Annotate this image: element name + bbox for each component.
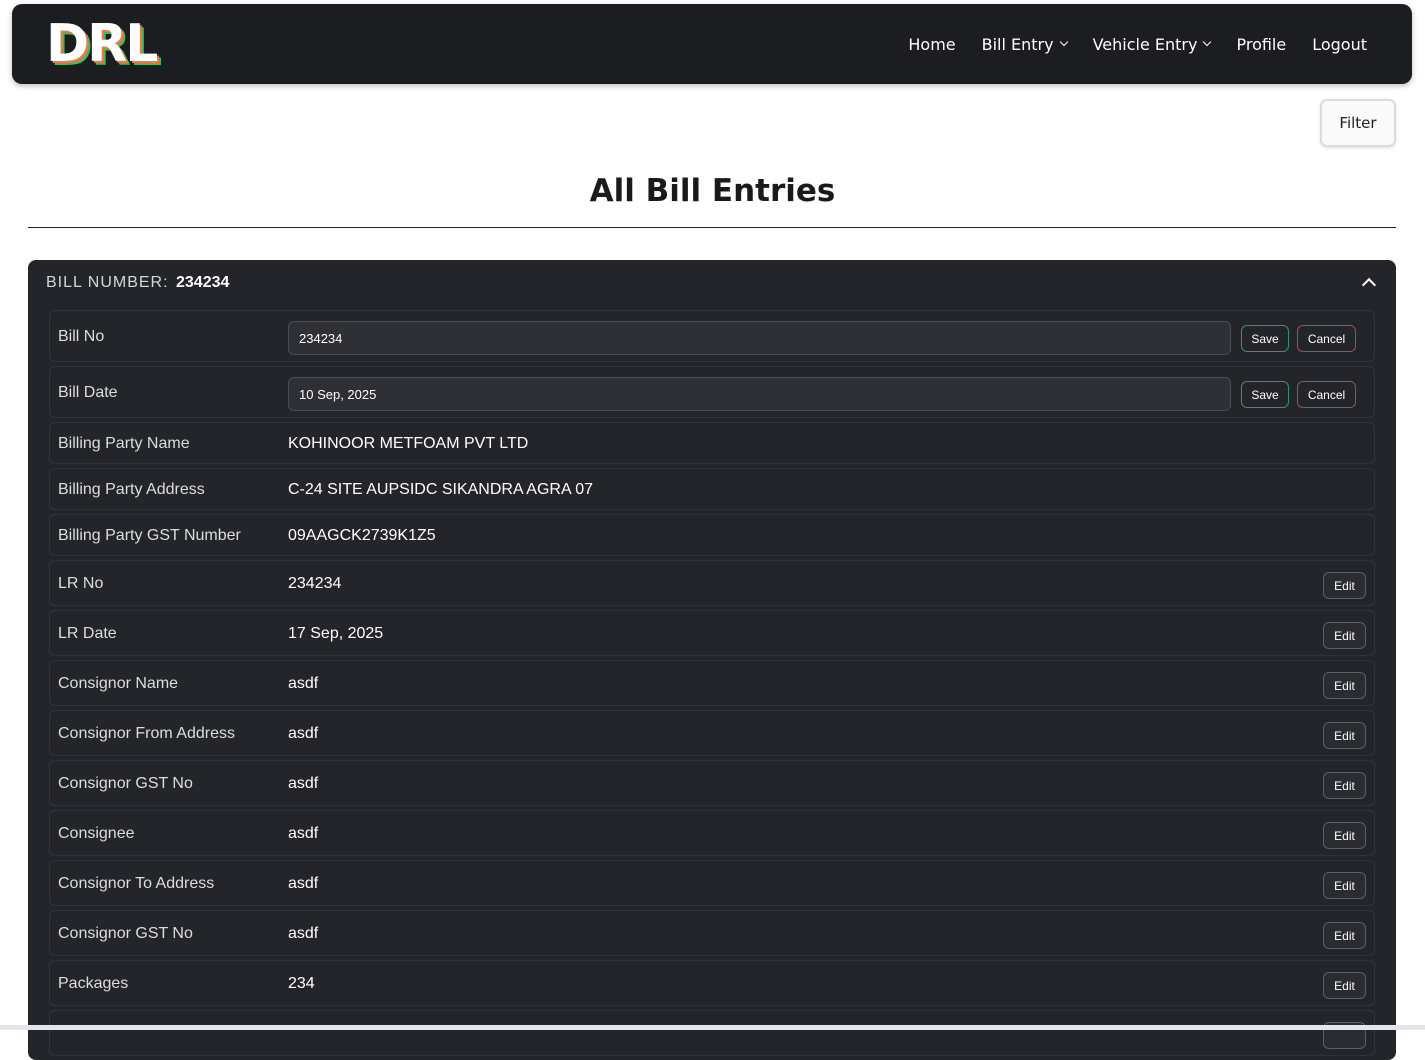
edit-button[interactable]: Edit bbox=[1323, 922, 1366, 949]
cancel-button[interactable]: Cancel bbox=[1297, 325, 1356, 352]
edit-button[interactable]: Edit bbox=[1323, 572, 1366, 599]
field-label: Consignor From Address bbox=[58, 725, 235, 742]
chevron-up-icon[interactable] bbox=[1361, 277, 1377, 293]
bill-no-input[interactable] bbox=[288, 321, 1231, 355]
page-title: All Bill Entries bbox=[589, 173, 836, 209]
edit-button[interactable]: Edit bbox=[1323, 872, 1366, 899]
field-row-billing-party-gst: Billing Party GST Number 09AAGCK2739K1Z5 bbox=[49, 514, 1375, 556]
edit-button[interactable]: Edit bbox=[1323, 722, 1366, 749]
field-label: Billing Party GST Number bbox=[58, 527, 241, 544]
field-value: asdf bbox=[288, 875, 319, 892]
field-row-consignor-name: Consignor Name asdf Edit bbox=[49, 660, 1375, 706]
field-value: asdf bbox=[288, 775, 319, 792]
field-row-lr-no: LR No 234234 Edit bbox=[49, 560, 1375, 606]
field-row-packages: Packages 234 Edit bbox=[49, 960, 1375, 1006]
nav-vehicle-entry-dropdown[interactable]: Vehicle Entry bbox=[1092, 34, 1212, 54]
nav-links: Home Bill Entry Vehicle Entry Profile Lo… bbox=[908, 4, 1367, 84]
field-label: Consignee bbox=[58, 825, 135, 842]
nav-home-link[interactable]: Home bbox=[908, 35, 955, 54]
field-value: asdf bbox=[288, 925, 319, 942]
field-value: 234 bbox=[288, 975, 315, 992]
field-value: asdf bbox=[288, 725, 319, 742]
edit-button[interactable]: Edit bbox=[1323, 622, 1366, 649]
field-row-billing-party-name: Billing Party Name KOHINOOR METFOAM PVT … bbox=[49, 422, 1375, 464]
bill-number-value: 234234 bbox=[176, 274, 230, 291]
bill-card-header[interactable]: BILL NUMBER: 234234 bbox=[28, 260, 1396, 308]
field-label: Billing Party Name bbox=[58, 435, 190, 452]
edit-button[interactable]: Edit bbox=[1323, 822, 1366, 849]
field-row-bill-date: Bill Date Save Cancel bbox=[49, 366, 1375, 418]
field-label: Bill Date bbox=[58, 384, 118, 401]
field-label: Consignor To Address bbox=[58, 875, 215, 892]
logo[interactable]: DRL bbox=[46, 14, 158, 74]
bill-number-label: BILL NUMBER: bbox=[46, 274, 169, 291]
divider bbox=[28, 227, 1396, 228]
field-label: LR No bbox=[58, 575, 104, 592]
field-row-partial bbox=[49, 1010, 1375, 1056]
chevron-down-icon bbox=[1059, 37, 1068, 47]
cancel-button[interactable]: Cancel bbox=[1297, 381, 1356, 408]
field-row-billing-party-address: Billing Party Address C-24 SITE AUPSIDC … bbox=[49, 468, 1375, 510]
field-value: asdf bbox=[288, 675, 319, 692]
save-button[interactable]: Save bbox=[1241, 381, 1289, 408]
nav-logout-link[interactable]: Logout bbox=[1312, 35, 1367, 54]
field-row-bill-no: Bill No Save Cancel bbox=[49, 310, 1375, 362]
field-label: Bill No bbox=[58, 328, 105, 345]
edit-button[interactable]: Edit bbox=[1323, 772, 1366, 799]
navbar: DRL Home Bill Entry Vehicle Entry Profil… bbox=[12, 4, 1412, 84]
field-value: 234234 bbox=[288, 575, 342, 592]
save-button[interactable]: Save bbox=[1241, 325, 1289, 352]
chevron-down-icon bbox=[1203, 37, 1212, 47]
bottom-strip bbox=[0, 1025, 1425, 1030]
bill-card: BILL NUMBER: 234234 Bill No Save Cancel … bbox=[28, 260, 1396, 1060]
field-value: KOHINOOR METFOAM PVT LTD bbox=[288, 435, 529, 452]
nav-vehicle-entry-label: Vehicle Entry bbox=[1092, 34, 1198, 54]
field-label: Packages bbox=[58, 975, 129, 992]
field-row-consignor-gst-no: Consignor GST No asdf Edit bbox=[49, 760, 1375, 806]
nav-home-label: Home bbox=[908, 34, 956, 54]
field-row-consignor-from-address: Consignor From Address asdf Edit bbox=[49, 710, 1375, 756]
bill-fields: Bill No Save Cancel Bill Date Save Cance… bbox=[49, 310, 1375, 1060]
field-value: C-24 SITE AUPSIDC SIKANDRA AGRA 07 bbox=[288, 481, 593, 498]
field-label: LR Date bbox=[58, 625, 117, 642]
edit-button[interactable]: Edit bbox=[1323, 972, 1366, 999]
field-label: Consignor GST No bbox=[58, 925, 193, 942]
bill-date-input[interactable] bbox=[288, 377, 1231, 411]
nav-profile-label: Profile bbox=[1236, 34, 1287, 54]
field-label: Consignor GST No bbox=[58, 775, 193, 792]
nav-bill-entry-dropdown[interactable]: Bill Entry bbox=[981, 34, 1068, 54]
field-row-consignor-to-address: Consignor To Address asdf Edit bbox=[49, 860, 1375, 906]
field-label: Billing Party Address bbox=[58, 481, 205, 498]
field-value: 17 Sep, 2025 bbox=[288, 625, 384, 642]
field-label: Consignor Name bbox=[58, 675, 179, 692]
field-value: asdf bbox=[288, 825, 319, 842]
nav-bill-entry-label: Bill Entry bbox=[981, 34, 1054, 54]
nav-logout-label: Logout bbox=[1312, 34, 1367, 54]
edit-button[interactable]: Edit bbox=[1323, 672, 1366, 699]
nav-profile-link[interactable]: Profile bbox=[1236, 35, 1286, 54]
field-row-lr-date: LR Date 17 Sep, 2025 Edit bbox=[49, 610, 1375, 656]
field-value: 09AAGCK2739K1Z5 bbox=[288, 527, 436, 544]
filter-button[interactable]: Filter bbox=[1320, 99, 1396, 147]
field-row-consignee: Consignee asdf Edit bbox=[49, 810, 1375, 856]
field-row-consignor-gst-no-2: Consignor GST No asdf Edit bbox=[49, 910, 1375, 956]
